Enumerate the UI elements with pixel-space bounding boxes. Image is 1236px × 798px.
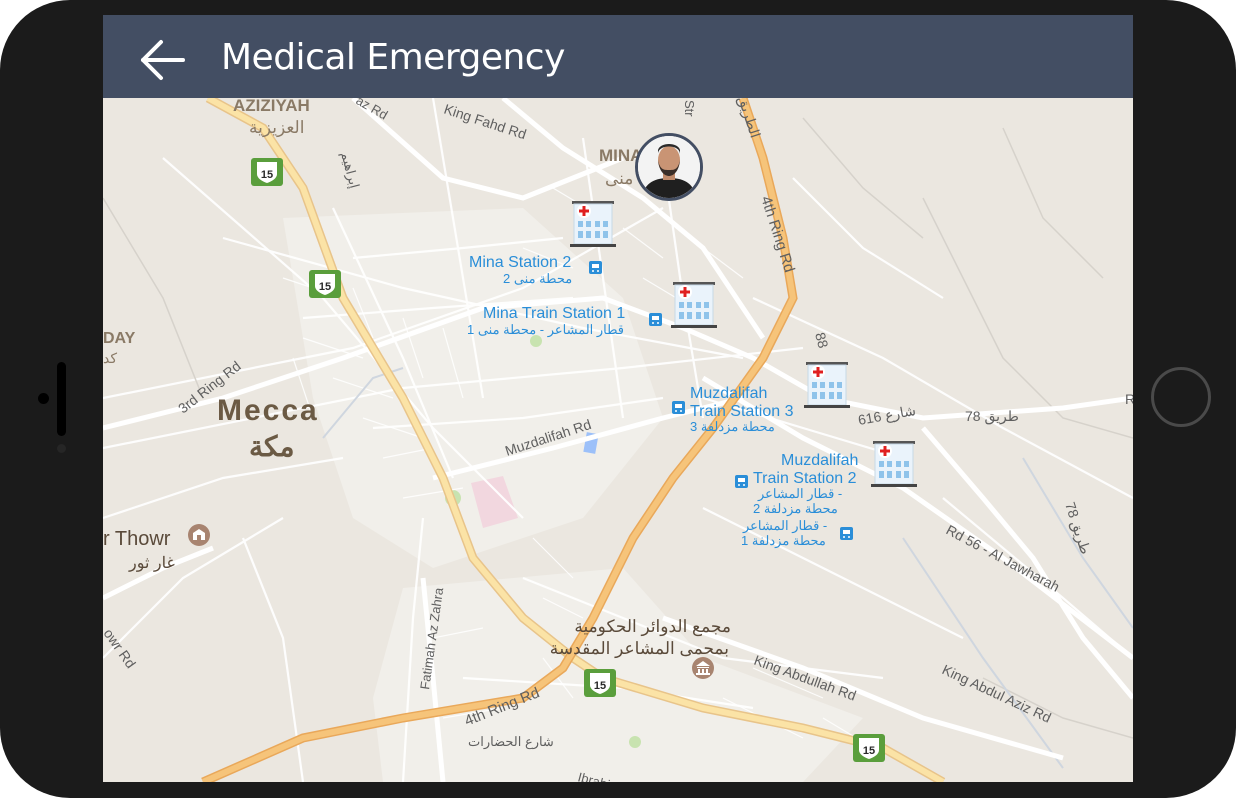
arrow-left-icon <box>141 40 185 80</box>
mina-station-2-label: Mina Station 2 <box>469 254 571 271</box>
user-location-avatar[interactable] <box>635 133 703 201</box>
train-station-icon[interactable] <box>672 401 685 414</box>
speaker-slot <box>57 362 66 436</box>
phone-frame: Medical Emergency 15 15 15 15 AZIZIYAH ا… <box>0 0 1236 798</box>
route-shield-label: 15 <box>319 281 331 293</box>
user-photo-icon <box>638 136 700 198</box>
mina-station-1-label: Mina Train Station 1 <box>483 305 625 322</box>
muzdalifah-2-ar-label-2: محطة مزدلفة 2 <box>753 501 838 517</box>
page-title: Medical Emergency <box>221 37 565 78</box>
muzdalifah-1-ar-label-1: قطار المشاعر - <box>742 518 827 534</box>
hospital-icon <box>570 201 616 247</box>
museum-poi-icon[interactable] <box>692 657 714 679</box>
muzdalifah-3-label-1: Muzdalifah <box>690 385 767 402</box>
hadarat-road-label: شارع الحضارات <box>468 734 554 750</box>
mina-station-2-ar-label: محطة منى 2 <box>503 271 572 286</box>
hospital-marker[interactable] <box>869 439 919 489</box>
muzdalifah-2-ar-label-1: قطار المشاعر - <box>757 486 842 502</box>
mina-ar-label: منى <box>605 169 633 188</box>
route-15-shield: 15 <box>251 158 283 186</box>
route-shield-label: 15 <box>863 745 875 757</box>
hospital-marker[interactable] <box>669 280 719 330</box>
train-station-icon[interactable] <box>735 475 748 488</box>
hospital-icon <box>804 362 850 408</box>
route-15-shield: 15 <box>584 669 616 697</box>
muzdalifah-1-ar-label-2: محطة مزدلفة 1 <box>741 533 826 549</box>
screen: Medical Emergency 15 15 15 15 AZIZIYAH ا… <box>103 15 1133 782</box>
thowr-label: r Thowr <box>103 528 171 550</box>
hospital-marker[interactable] <box>568 199 618 249</box>
map-view[interactable]: 15 15 15 15 AZIZIYAH العزيزية Mecca مكة … <box>103 93 1133 782</box>
thowr-ar-label: غار ثور <box>128 555 175 572</box>
back-button[interactable] <box>133 35 193 85</box>
route-shield-label: 15 <box>594 680 606 692</box>
train-station-icon[interactable] <box>649 313 662 326</box>
muzdalifah-2-label-2: Train Station 2 <box>753 470 857 487</box>
muzdalifah-2-label-1: Muzdalifah <box>781 452 858 469</box>
map-canvas[interactable]: 15 15 15 15 AZIZIYAH العزيزية Mecca مكة … <box>103 93 1133 782</box>
mecca-label: Mecca <box>217 394 319 427</box>
road-78-label: طريق 78 <box>965 408 1019 425</box>
muzdalifah-3-ar-label: محطة مزدلفة 3 <box>690 419 775 435</box>
muzdalifah-3-label-2: Train Station 3 <box>690 403 794 420</box>
route-shield-label: 15 <box>261 169 273 181</box>
camera-dot <box>38 393 49 404</box>
hospital-icon <box>871 441 917 487</box>
cave-poi-icon[interactable] <box>188 524 210 546</box>
str-label: Str <box>682 100 697 117</box>
aziziyah-label: AZIZIYAH <box>233 98 310 115</box>
app-bar: Medical Emergency <box>103 15 1133 98</box>
mecca-ar-label: مكة <box>249 431 294 462</box>
day-label: DAY <box>103 330 136 347</box>
home-button[interactable] <box>1151 367 1211 427</box>
gov-complex-label-1: مجمع الدوائر الحكومية <box>574 617 731 637</box>
train-station-icon[interactable] <box>589 261 602 274</box>
hospital-marker[interactable] <box>802 360 852 410</box>
road-r-label: R <box>1125 391 1133 407</box>
aziziyah-ar-label: العزيزية <box>249 118 304 138</box>
day-ar-label: كد <box>103 350 117 366</box>
sensor-dot <box>57 444 66 453</box>
route-15-shield: 15 <box>309 270 341 298</box>
route-15-shield: 15 <box>853 734 885 762</box>
train-station-icon[interactable] <box>840 527 853 540</box>
gov-complex-label-2: بمحمى المشاعر المقدسة <box>550 639 729 659</box>
mina-station-1-ar-label: قطار المشاعر - محطة منى 1 <box>467 322 624 338</box>
hospital-icon <box>671 282 717 328</box>
